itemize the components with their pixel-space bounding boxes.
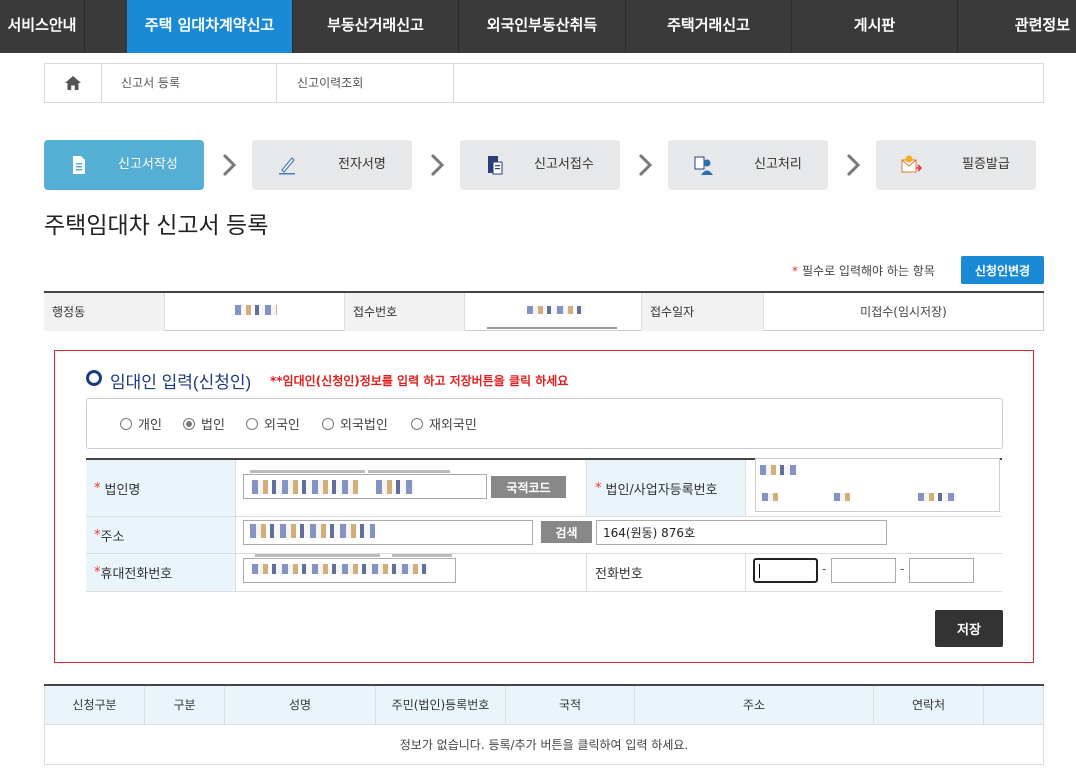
chevron-right-icon — [222, 153, 237, 177]
radio-foreign-corporation[interactable]: 외국법인 — [322, 414, 388, 433]
chevron-right-icon — [638, 153, 653, 177]
step-report-receipt: 신고서접수 — [460, 140, 620, 190]
step-write-report: 신고서작성 — [44, 140, 204, 190]
nav-board[interactable]: 게시판 — [792, 0, 958, 53]
required-star: * — [792, 264, 798, 278]
phone-separator: - — [822, 562, 827, 576]
radio-foreigner[interactable]: 외국인 — [246, 414, 300, 433]
applicant-list-table: 신청구분 구분 성명 주민(법인)등록번호 국적 주소 연락처 정보가 없습니다… — [44, 684, 1044, 765]
home-button[interactable] — [45, 64, 102, 102]
nav-real-estate-transaction[interactable]: 부동산거래신고 — [293, 0, 459, 53]
step-label: 신고처리 — [754, 157, 802, 172]
phone-label: 전화번호 — [586, 554, 746, 591]
step-label: 신고서접수 — [534, 157, 594, 172]
file-stack-icon — [488, 156, 503, 175]
phone-part2-input[interactable] — [831, 558, 896, 583]
redacted-value — [252, 480, 362, 494]
step-certificate-issue: 필증발급 — [876, 140, 1036, 190]
subnav-history[interactable]: 신고이력조회 — [277, 64, 454, 102]
admin-dong-label: 행정동 — [44, 293, 165, 331]
redacted-value — [376, 480, 414, 494]
section-title: 임대인 입력(신청인) — [110, 373, 252, 392]
top-navigation: 서비스안내 주택 임대차계약신고 부동산거래신고 외국인부동산취득 주택거래신고… — [0, 0, 1076, 53]
mobile-label: * 휴대전화번호 — [86, 554, 236, 591]
redacted-value — [527, 306, 585, 314]
receipt-date-value: 미접수(임시저장) — [764, 293, 1044, 331]
column-header: 주소 — [635, 686, 874, 725]
certificate-icon — [901, 155, 922, 173]
subnav-register[interactable]: 신고서 등록 — [102, 64, 277, 102]
column-header: 연락처 — [874, 686, 984, 725]
redacted-value — [834, 493, 854, 501]
text-cursor — [759, 564, 760, 578]
radio-overseas-korean[interactable]: 재외국민 — [411, 414, 477, 433]
empty-table-message: 정보가 없습니다. 등록/추가 버튼을 클릭하여 입력 하세요. — [44, 725, 1044, 765]
column-header: 구분 — [145, 686, 225, 725]
radio-icon — [120, 418, 132, 430]
phone-part1-input[interactable] — [753, 558, 818, 583]
column-header: 주민(법인)등록번호 — [376, 686, 506, 725]
report-info-table: 행정동 접수번호 접수일자 미접수(임시저장) — [44, 291, 1044, 331]
nav-foreigner-acquisition[interactable]: 외국인부동산취득 — [459, 0, 626, 53]
redacted-value — [760, 465, 796, 475]
radio-icon — [322, 418, 334, 430]
redacted-value — [918, 493, 956, 501]
chevron-right-icon — [430, 153, 445, 177]
admin-dong-value — [165, 293, 345, 331]
phone-separator: - — [900, 562, 905, 576]
column-header-blank — [984, 686, 1044, 725]
step-label: 신고서작성 — [118, 157, 178, 172]
address-detail-input[interactable] — [596, 520, 887, 545]
redacted-value — [252, 564, 428, 574]
address-label: * 주소 — [86, 517, 236, 553]
person-doc-icon — [694, 156, 713, 175]
circle-bullet-icon — [86, 370, 102, 386]
nav-service-info[interactable]: 서비스안내 — [0, 0, 85, 53]
step-e-signature: 전자서명 — [252, 140, 412, 190]
phone-part3-input[interactable] — [909, 558, 974, 583]
required-note-text: 필수로 입력해야 하는 항목 — [802, 264, 935, 278]
redacted-value — [250, 524, 375, 538]
receipt-no-label: 접수번호 — [345, 293, 465, 331]
table-header: 신청구분 구분 성명 주민(법인)등록번호 국적 주소 연락처 — [44, 686, 1044, 725]
nav-related-info[interactable]: 관련정보 — [958, 0, 1076, 53]
nav-housing-lease-report[interactable]: 주택 임대차계약신고 — [127, 0, 293, 53]
radio-selected-icon — [183, 418, 195, 430]
country-code-button[interactable]: 국적코드 — [491, 476, 566, 498]
required-note: * 필수로 입력해야 하는 항목 — [792, 262, 935, 279]
step-label: 전자서명 — [338, 157, 386, 172]
redacted-value — [235, 305, 277, 315]
pen-icon — [279, 157, 295, 175]
step-label: 필증발급 — [962, 157, 1010, 172]
radio-corporation[interactable]: 법인 — [183, 414, 225, 433]
home-icon — [65, 76, 81, 90]
column-header: 국적 — [506, 686, 635, 725]
corp-name-label: * 법인명 — [86, 460, 236, 516]
column-header: 신청구분 — [44, 686, 145, 725]
sub-navigation: 신고서 등록 신고이력조회 — [44, 63, 1044, 103]
change-applicant-button[interactable]: 신청인변경 — [961, 256, 1044, 284]
receipt-no-value — [465, 293, 642, 331]
column-header: 성명 — [225, 686, 376, 725]
chevron-right-icon — [846, 153, 861, 177]
redacted-value — [762, 493, 782, 501]
document-icon — [73, 156, 85, 174]
radio-icon — [246, 418, 258, 430]
section-note: **임대인(신청인)정보를 입력 하고 저장버튼을 클릭 하세요 — [270, 374, 569, 388]
save-button[interactable]: 저장 — [935, 610, 1003, 647]
address-search-button[interactable]: 검색 — [541, 521, 592, 543]
radio-icon — [411, 418, 423, 430]
page-title: 주택임대차 신고서 등록 — [44, 212, 269, 238]
step-report-processing: 신고처리 — [668, 140, 828, 190]
radio-individual[interactable]: 개인 — [120, 414, 162, 433]
nav-housing-transaction[interactable]: 주택거래신고 — [626, 0, 792, 53]
receipt-date-label: 접수일자 — [642, 293, 764, 331]
biz-reg-label: * 법인/사업자등록번호 — [586, 460, 746, 516]
